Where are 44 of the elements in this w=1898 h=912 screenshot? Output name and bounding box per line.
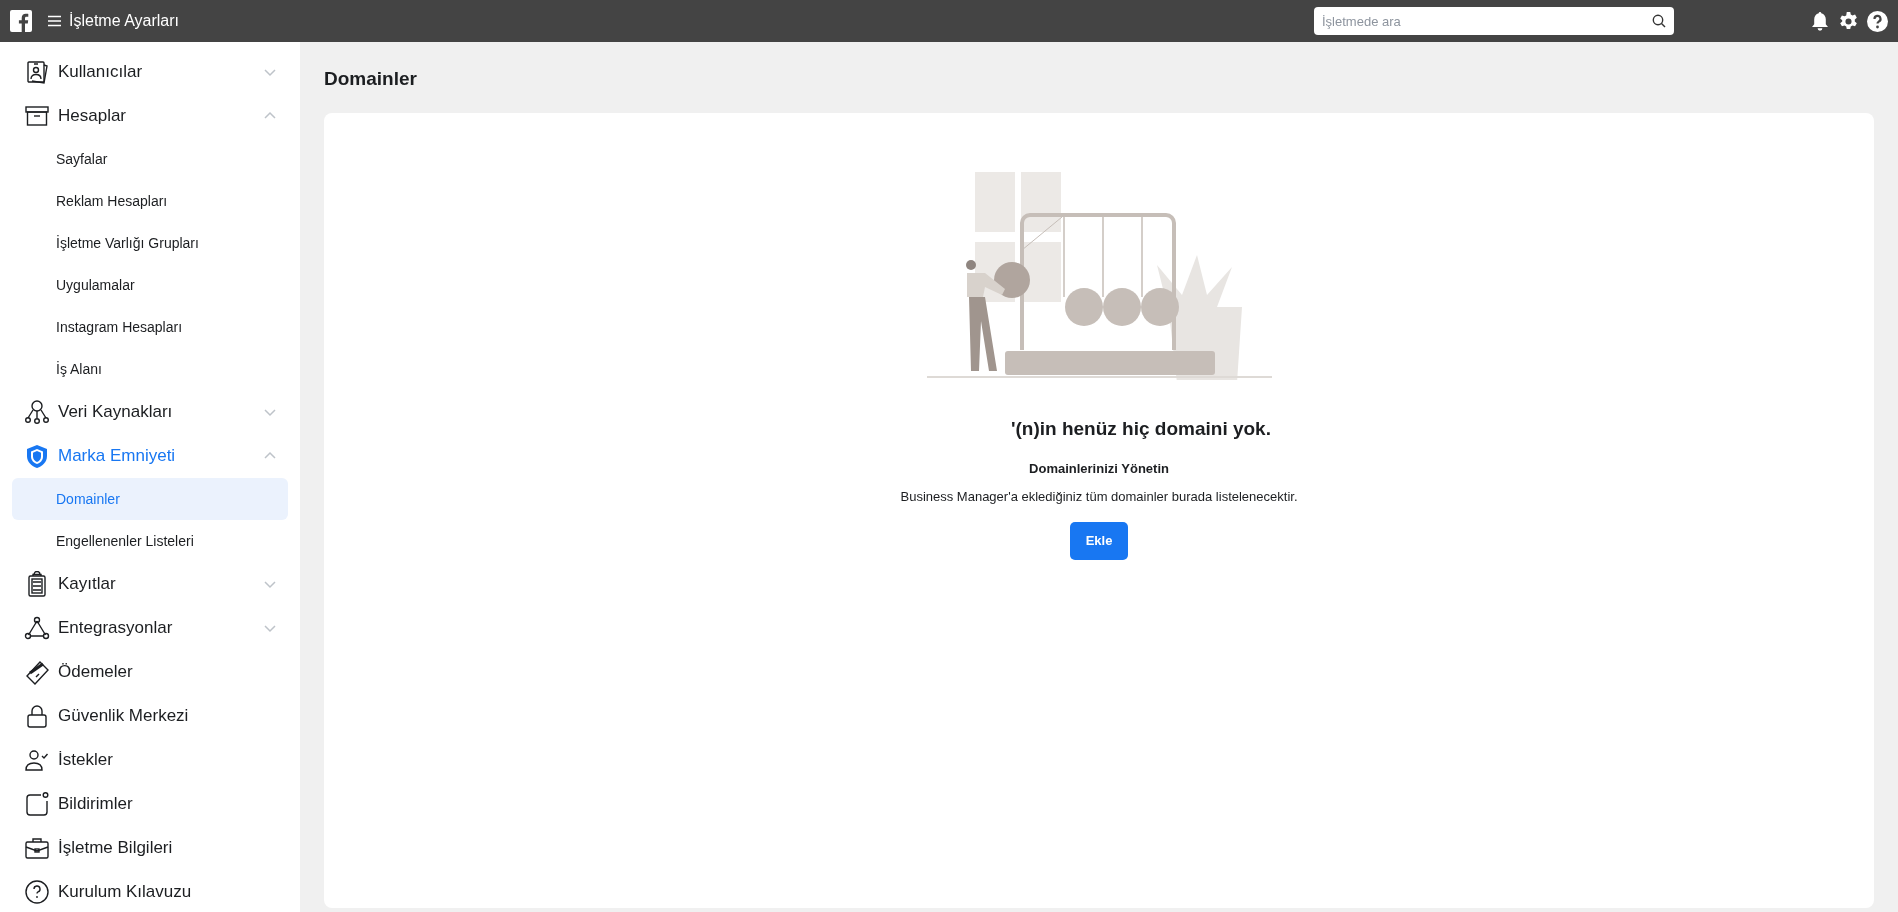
menu-icon[interactable] — [48, 15, 61, 27]
empty-state-description: Business Manager'a eklediğiniz tüm domainler burada listelenecektir. — [900, 487, 1298, 506]
id-card-icon — [24, 59, 50, 85]
search-field[interactable]: İşletmede ara — [1314, 7, 1674, 35]
archive-box-icon — [24, 103, 50, 129]
sidebar-subitem[interactable]: Domainler — [12, 478, 288, 520]
sidebar-item[interactable]: Bildirimler — [12, 782, 288, 826]
sidebar-item[interactable]: Kurulum Kılavuzu — [12, 870, 288, 912]
empty-state-heading: '(n)in henüz hiç domaini yok. — [1010, 416, 1271, 441]
sidebar-item[interactable]: İşletme Bilgileri — [12, 826, 288, 870]
settings-icon[interactable] — [1838, 10, 1859, 32]
sidebar-subitem[interactable]: Uygulamalar — [12, 264, 288, 306]
sidebar-item[interactable]: İstekler — [12, 738, 288, 782]
notification-square-icon — [24, 791, 50, 817]
padlock-icon — [24, 703, 50, 729]
help-icon[interactable] — [1867, 10, 1888, 32]
notifications-icon[interactable] — [1810, 10, 1830, 32]
sidebar-subitem[interactable]: Sayfalar — [12, 138, 288, 180]
sidebar-item[interactable]: Entegrasyonlar — [12, 606, 288, 650]
network-icon — [24, 399, 50, 425]
sidebar-subitem[interactable]: Instagram Hesapları — [12, 306, 288, 348]
empty-state-subheading: Domainlerinizi Yönetin — [1029, 460, 1169, 479]
credit-card-icon — [24, 659, 50, 685]
sidebar-item[interactable]: Kayıtlar — [12, 562, 288, 606]
logo-icon[interactable] — [10, 10, 32, 32]
sidebar-item[interactable]: Ödemeler — [12, 650, 288, 694]
person-check-icon — [24, 747, 50, 773]
sidebar-subitem[interactable]: İş Alanı — [12, 348, 288, 390]
sidebar-item[interactable]: Veri Kaynakları — [12, 390, 288, 434]
sidebar-item[interactable]: Marka Emniyeti — [12, 434, 288, 478]
help-circle-icon — [24, 879, 50, 905]
sidebar-subitem[interactable]: Reklam Hesapları — [12, 180, 288, 222]
page-heading: Domainler — [324, 68, 418, 91]
sidebar-item[interactable]: Güvenlik Merkezi — [12, 694, 288, 738]
triangle-nodes-icon — [24, 615, 50, 641]
shield-icon — [24, 443, 50, 469]
sidebar-item[interactable]: Hesaplar — [12, 94, 288, 138]
sidebar-subitem[interactable]: Engellenenler Listeleri — [12, 520, 288, 562]
briefcase-icon — [24, 835, 50, 861]
search-icon — [1652, 14, 1666, 28]
page-title: İşletme Ayarları — [69, 11, 179, 31]
sidebar-item[interactable]: Kullanıcılar — [12, 50, 288, 94]
add-button[interactable]: Ekle — [1069, 522, 1129, 560]
sidebar-subitem[interactable]: İşletme Varlığı Grupları — [12, 222, 288, 264]
